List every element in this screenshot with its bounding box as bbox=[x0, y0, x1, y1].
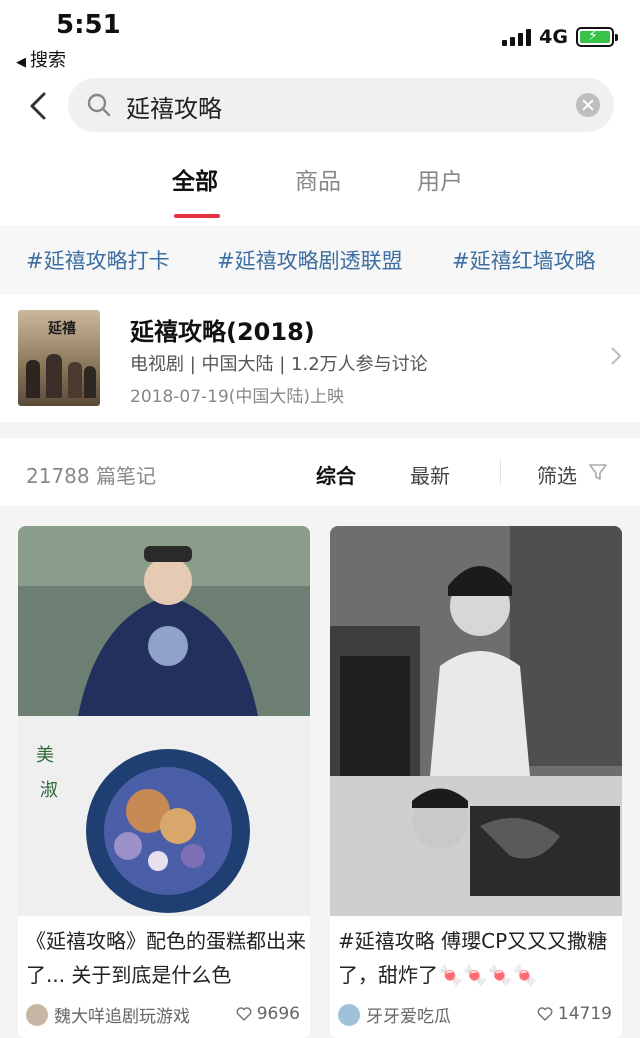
hashtag-chip[interactable]: #延禧攻略打卡 bbox=[26, 245, 170, 275]
heart-icon bbox=[236, 1007, 252, 1021]
like-button[interactable]: 14719 bbox=[536, 1004, 612, 1024]
tab-bar: 全部 商品 用户 bbox=[0, 148, 640, 226]
author-name: 魏大咩追剧玩游戏 bbox=[54, 1007, 190, 1027]
sort-filter-row: 21788 篇笔记 综合 最新 筛选 bbox=[0, 438, 640, 506]
signal-icon bbox=[502, 28, 532, 46]
note-author[interactable]: 魏大咩追剧玩游戏 bbox=[26, 1002, 190, 1027]
note-image-couple bbox=[330, 526, 622, 916]
back-to-app-link[interactable]: ◀ 搜索 bbox=[16, 46, 66, 72]
avatar bbox=[26, 1003, 48, 1026]
search-input[interactable] bbox=[124, 86, 548, 126]
sort-comprehensive[interactable]: 综合 bbox=[316, 460, 356, 489]
sort-latest[interactable]: 最新 bbox=[410, 460, 450, 489]
drama-poster: 延禧 bbox=[18, 310, 100, 406]
back-app-label: 搜索 bbox=[30, 50, 66, 71]
like-count: 14719 bbox=[557, 1004, 612, 1024]
back-triangle-icon: ◀ bbox=[16, 55, 26, 70]
like-count: 9696 bbox=[256, 1004, 300, 1024]
note-caption: 《延禧攻略》配色的蛋糕都出来了... 关于到底是什么色 bbox=[26, 929, 306, 987]
note-card[interactable]: 美 淑 《延禧攻略》配色的蛋糕都出来了... 关于到底是什么色 魏大咩追剧玩游戏… bbox=[18, 526, 310, 1038]
header-area: 5:51 ◀ 搜索 4G ⚡ 全部 商品 bbox=[0, 0, 640, 226]
drama-title: 延禧攻略(2018) bbox=[130, 318, 315, 346]
status-indicators: 4G ⚡ bbox=[502, 26, 618, 48]
avatar bbox=[338, 1003, 360, 1026]
filter-button[interactable]: 筛选 bbox=[537, 460, 577, 489]
search-row bbox=[0, 76, 640, 148]
svg-text:美: 美 bbox=[36, 745, 54, 766]
drama-meta: 电视剧 | 中国大陆 | 1.2万人参与讨论 bbox=[130, 354, 428, 375]
note-image-cake: 美 淑 bbox=[18, 526, 310, 916]
funnel-icon[interactable] bbox=[588, 462, 608, 482]
back-chevron-icon[interactable] bbox=[24, 86, 54, 126]
battery-icon: ⚡ bbox=[576, 27, 618, 47]
hashtag-chip[interactable]: #延禧攻略剧透联盟 bbox=[217, 245, 403, 275]
note-card[interactable]: #延禧攻略 傅瓔CP又又又撒糖了，甜炸了🍬🍬🍬🍬 牙牙爱吃瓜 14719 bbox=[330, 526, 622, 1038]
drama-release-date: 2018-07-19(中国大陆)上映 bbox=[130, 387, 345, 407]
status-time: 5:51 bbox=[56, 10, 121, 40]
active-tab-indicator bbox=[174, 214, 220, 218]
note-count: 21788 篇笔记 bbox=[26, 464, 156, 488]
notes-feed: 美 淑 《延禧攻略》配色的蛋糕都出来了... 关于到底是什么色 魏大咩追剧玩游戏… bbox=[0, 510, 640, 1038]
tab-products[interactable]: 商品 bbox=[295, 162, 341, 196]
search-box[interactable] bbox=[68, 78, 614, 132]
search-icon bbox=[87, 93, 111, 117]
chevron-right-icon bbox=[611, 347, 622, 365]
note-caption: #延禧攻略 傅瓔CP又又又撒糖了，甜炸了🍬🍬🍬🍬 bbox=[338, 929, 608, 987]
note-author[interactable]: 牙牙爱吃瓜 bbox=[338, 1002, 451, 1027]
heart-icon bbox=[537, 1007, 553, 1021]
status-bar: 5:51 ◀ 搜索 4G ⚡ bbox=[0, 0, 640, 76]
hashtag-chip[interactable]: #延禧红墙攻略 bbox=[452, 245, 596, 275]
drama-card[interactable]: 延禧 延禧攻略(2018) 电视剧 | 中国大陆 | 1.2万人参与讨论 201… bbox=[0, 293, 640, 422]
tab-users[interactable]: 用户 bbox=[417, 162, 463, 196]
like-button[interactable]: 9696 bbox=[235, 1004, 300, 1024]
network-label: 4G bbox=[539, 26, 568, 48]
divider bbox=[500, 460, 501, 484]
svg-text:淑: 淑 bbox=[40, 780, 58, 801]
author-name: 牙牙爱吃瓜 bbox=[366, 1007, 451, 1027]
clear-search-icon[interactable] bbox=[576, 93, 600, 117]
tab-all[interactable]: 全部 bbox=[172, 162, 218, 196]
hashtag-row: #延禧攻略打卡 #延禧攻略剧透联盟 #延禧红墙攻略 bbox=[0, 226, 640, 293]
